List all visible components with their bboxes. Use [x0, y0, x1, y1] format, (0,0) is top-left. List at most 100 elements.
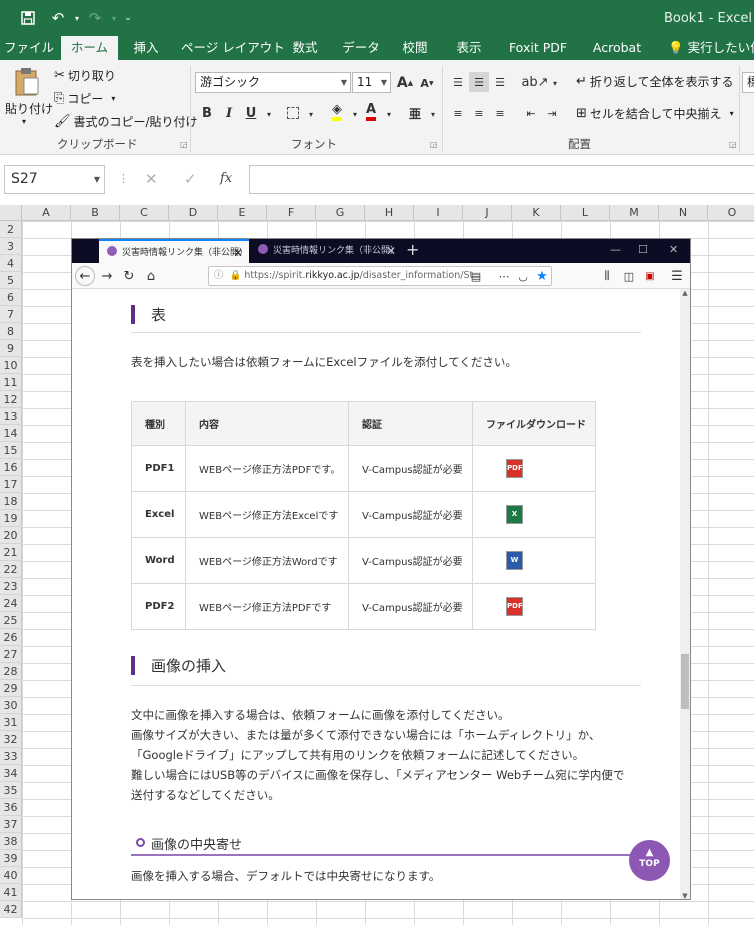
- close-tab-icon[interactable]: ✕: [386, 239, 396, 263]
- align-left-button[interactable]: ≡: [448, 103, 468, 123]
- border-button[interactable]: [283, 103, 303, 123]
- tab-insert[interactable]: 挿入: [128, 36, 164, 60]
- wrap-text-button[interactable]: ↵ 折り返して全体を表示する: [576, 73, 734, 90]
- row-header[interactable]: 40: [0, 867, 22, 884]
- phonetic-dropdown-icon[interactable]: ▾: [423, 104, 443, 124]
- align-bottom-button[interactable]: ☰: [490, 72, 510, 92]
- new-tab-icon[interactable]: +: [406, 239, 419, 261]
- row-header[interactable]: 38: [0, 833, 22, 850]
- increase-indent-button[interactable]: ⇥: [542, 103, 562, 123]
- row-header[interactable]: 25: [0, 612, 22, 629]
- column-header[interactable]: F: [267, 205, 316, 221]
- row-header[interactable]: 39: [0, 850, 22, 867]
- row-header[interactable]: 35: [0, 782, 22, 799]
- browser-tab[interactable]: 災害時情報リンク集（非公開） ✕: [250, 239, 402, 263]
- tab-review[interactable]: 校閲: [397, 36, 433, 60]
- formula-input[interactable]: [249, 165, 754, 194]
- scroll-up-icon[interactable]: ▲: [680, 289, 690, 297]
- font-color-dropdown-icon[interactable]: ▾: [379, 104, 399, 124]
- align-top-button[interactable]: ☰: [448, 72, 468, 92]
- column-header[interactable]: H: [365, 205, 414, 221]
- row-header[interactable]: 10: [0, 357, 22, 374]
- row-header[interactable]: 42: [0, 901, 22, 918]
- browser-tab[interactable]: 災害時情報リンク集（非公開） ✕: [99, 239, 249, 263]
- row-header[interactable]: 22: [0, 561, 22, 578]
- merge-center-button[interactable]: ⊞ セルを結合して中央揃え ▾: [576, 105, 734, 122]
- orientation-button[interactable]: ab↗: [521, 72, 548, 92]
- pocket-icon[interactable]: ◡: [513, 266, 533, 286]
- pdf-file-icon[interactable]: PDF: [506, 459, 523, 478]
- row-header[interactable]: 36: [0, 799, 22, 816]
- chevron-down-icon[interactable]: ▼: [94, 166, 100, 193]
- close-tab-icon[interactable]: ✕: [233, 241, 243, 263]
- row-header[interactable]: 41: [0, 884, 22, 901]
- enter-entry-button[interactable]: ✓: [184, 170, 197, 188]
- row-header[interactable]: 2: [0, 221, 22, 238]
- column-header[interactable]: K: [512, 205, 561, 221]
- row-header[interactable]: 18: [0, 493, 22, 510]
- tab-page-layout[interactable]: ページ レイアウト: [181, 36, 285, 60]
- row-header[interactable]: 26: [0, 629, 22, 646]
- paste-button[interactable]: [7, 67, 47, 97]
- row-header[interactable]: 31: [0, 714, 22, 731]
- tab-home[interactable]: ホーム: [61, 36, 118, 60]
- format-painter-button[interactable]: 🖌 書式のコピー/貼り付け: [54, 113, 198, 130]
- column-header[interactable]: C: [120, 205, 169, 221]
- shrink-font-button[interactable]: A ▼: [417, 73, 437, 93]
- menu-icon[interactable]: ☰: [667, 266, 687, 286]
- column-header[interactable]: I: [414, 205, 463, 221]
- reader-view-icon[interactable]: ▤: [466, 266, 486, 286]
- clipboard-launcher-icon[interactable]: ◲: [180, 140, 188, 149]
- row-header[interactable]: 8: [0, 323, 22, 340]
- row-header[interactable]: 15: [0, 442, 22, 459]
- customize-qat-icon[interactable]: ⌄: [117, 8, 139, 28]
- row-header[interactable]: 11: [0, 374, 22, 391]
- paste-label[interactable]: 貼り付け: [5, 100, 53, 117]
- row-header[interactable]: 34: [0, 765, 22, 782]
- orientation-dropdown-icon[interactable]: ▾: [545, 73, 565, 93]
- underline-dropdown-icon[interactable]: ▾: [259, 104, 279, 124]
- row-header[interactable]: 17: [0, 476, 22, 493]
- align-middle-button[interactable]: ☰: [469, 72, 489, 92]
- select-all-corner[interactable]: [0, 205, 22, 221]
- minimize-icon[interactable]: —: [610, 239, 621, 261]
- row-header[interactable]: 27: [0, 646, 22, 663]
- row-header[interactable]: 30: [0, 697, 22, 714]
- column-header[interactable]: E: [218, 205, 267, 221]
- font-name-select[interactable]: 游ゴシック ▼: [195, 72, 351, 93]
- tell-me-search[interactable]: 💡実行したい作業: [668, 36, 754, 60]
- bold-button[interactable]: B: [197, 103, 217, 123]
- close-window-icon[interactable]: ✕: [669, 239, 678, 261]
- home-icon[interactable]: ⌂: [141, 266, 161, 286]
- row-header[interactable]: 7: [0, 306, 22, 323]
- font-color-button[interactable]: A: [361, 102, 381, 122]
- fill-color-button[interactable]: ◈: [327, 102, 347, 122]
- italic-button[interactable]: I: [219, 103, 239, 123]
- copy-button[interactable]: ⎘ コピー ▾: [54, 90, 115, 107]
- underline-button[interactable]: U: [241, 103, 261, 123]
- cancel-entry-button[interactable]: ✕: [145, 170, 158, 188]
- row-header[interactable]: 23: [0, 578, 22, 595]
- font-size-select[interactable]: 11 ▼: [352, 72, 391, 93]
- reload-icon[interactable]: ↻: [119, 266, 139, 286]
- pdf-file-icon[interactable]: PDF: [506, 597, 523, 616]
- maximize-icon[interactable]: ☐: [638, 239, 648, 261]
- row-header[interactable]: 3: [0, 238, 22, 255]
- scrollbar-thumb[interactable]: [681, 654, 689, 709]
- number-format-select[interactable]: 標: [742, 72, 754, 93]
- row-header[interactable]: 33: [0, 748, 22, 765]
- page-scrollbar[interactable]: ▲ ▼: [680, 289, 690, 899]
- forward-icon[interactable]: →: [97, 266, 117, 286]
- column-header[interactable]: B: [71, 205, 120, 221]
- excel-file-icon[interactable]: X: [506, 505, 523, 524]
- row-header[interactable]: 20: [0, 527, 22, 544]
- merge-dropdown-icon[interactable]: ▾: [730, 109, 734, 118]
- library-icon[interactable]: ⫼: [597, 266, 617, 286]
- column-header[interactable]: L: [561, 205, 610, 221]
- page-actions-icon[interactable]: ⋯: [494, 266, 514, 286]
- row-header[interactable]: 24: [0, 595, 22, 612]
- row-header[interactable]: 16: [0, 459, 22, 476]
- row-header[interactable]: 37: [0, 816, 22, 833]
- sidebar-icon[interactable]: ◫: [619, 266, 639, 286]
- column-header[interactable]: N: [659, 205, 708, 221]
